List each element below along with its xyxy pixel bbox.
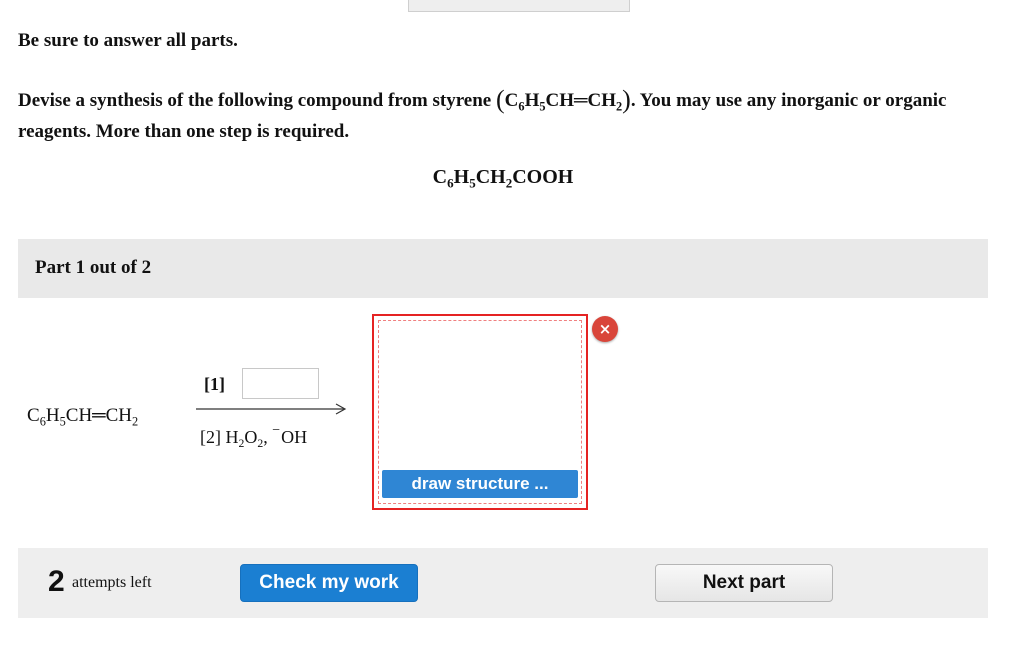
instruction-text: Be sure to answer all parts. bbox=[18, 30, 238, 51]
styrene-formula: C6H5CH═CH2 bbox=[504, 90, 623, 114]
target-compound: C6H5CH2COOH bbox=[432, 166, 574, 191]
open-paren: ( bbox=[496, 85, 505, 114]
reaction-arrow bbox=[196, 403, 347, 415]
attempts-label: attempts left bbox=[72, 574, 152, 591]
top-tab bbox=[408, 0, 630, 12]
question-text: Devise a synthesis of the following comp… bbox=[18, 84, 978, 147]
next-part-button[interactable]: Next part bbox=[655, 564, 833, 602]
check-my-work-button[interactable]: Check my work bbox=[240, 564, 418, 602]
close-icon[interactable]: × bbox=[592, 316, 618, 342]
step2-reagents: [2] H2O2, −OH bbox=[200, 423, 308, 451]
close-paren: ) bbox=[622, 85, 631, 114]
step1-reagent-input[interactable] bbox=[242, 368, 319, 399]
attempts-count: 2 bbox=[48, 565, 65, 598]
step1-label: [1] bbox=[204, 374, 225, 394]
footer-bar: 2 attempts left Check my work Next part bbox=[18, 548, 988, 618]
part-header: Part 1 out of 2 bbox=[18, 239, 988, 298]
part-title: Part 1 out of 2 bbox=[35, 257, 152, 278]
question-start: Devise a synthesis of the following comp… bbox=[18, 90, 492, 111]
draw-structure-button[interactable]: draw structure ... bbox=[382, 470, 578, 498]
reactant-formula: C6H5CH═CH2 bbox=[27, 405, 139, 429]
